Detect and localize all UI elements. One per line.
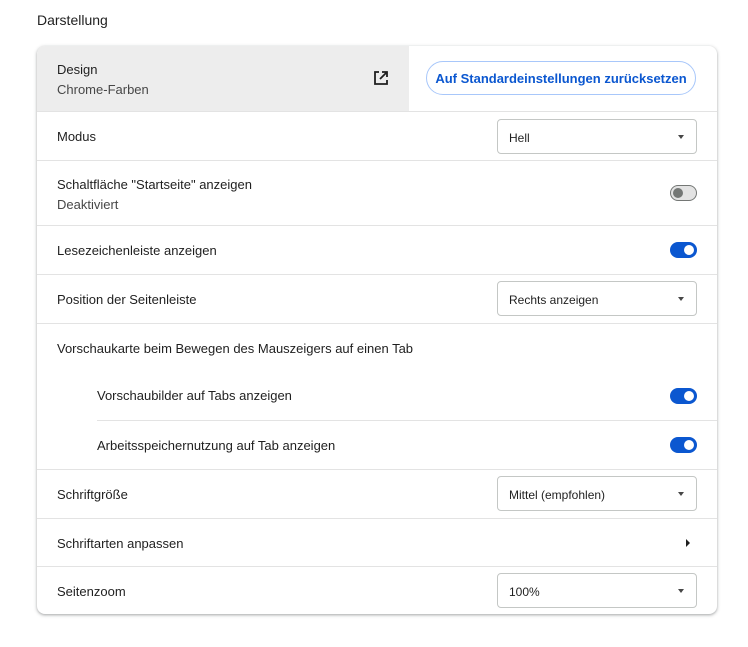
font-size-select-value: Mittel (empfohlen) xyxy=(509,488,606,502)
font-size-row: Schriftgröße Mittel (empfohlen) xyxy=(37,469,717,518)
customize-fonts-row[interactable]: Schriftarten anpassen xyxy=(37,518,717,566)
mode-select-value: Hell xyxy=(509,131,530,145)
home-button-toggle[interactable] xyxy=(670,185,697,201)
side-panel-label: Position der Seitenleiste xyxy=(57,292,197,307)
reset-to-default-button[interactable]: Auf Standardeinstellungen zurücksetzen xyxy=(426,61,696,95)
customize-fonts-label: Schriftarten anpassen xyxy=(57,536,184,551)
page-zoom-select-value: 100% xyxy=(509,585,540,599)
page-zoom-select[interactable]: 100% xyxy=(497,573,697,608)
mode-row: Modus Hell xyxy=(37,111,717,160)
hover-card-row: Vorschaukarte beim Bewegen des Mauszeige… xyxy=(37,323,717,372)
design-label: Design xyxy=(57,62,98,77)
chevron-right-icon[interactable] xyxy=(686,539,690,547)
home-button-status: Deaktiviert xyxy=(57,197,119,212)
hover-card-label: Vorschaukarte beim Bewegen des Mauszeige… xyxy=(57,341,414,356)
mode-select[interactable]: Hell xyxy=(497,119,697,154)
appearance-settings-card: Design Chrome-Farben Auf Standardeinstel… xyxy=(37,46,717,614)
memory-usage-row: Arbeitsspeichernutzung auf Tab anzeigen xyxy=(97,420,717,469)
preview-images-row: Vorschaubilder auf Tabs anzeigen xyxy=(37,372,717,420)
section-title: Darstellung xyxy=(37,12,108,28)
design-link-area[interactable] xyxy=(37,46,409,111)
chevron-down-icon xyxy=(678,492,684,496)
preview-images-toggle[interactable] xyxy=(670,388,697,404)
design-value: Chrome-Farben xyxy=(57,82,149,97)
bookmarks-bar-row: Lesezeichenleiste anzeigen xyxy=(37,225,717,274)
mode-label: Modus xyxy=(57,129,97,144)
chevron-down-icon xyxy=(678,589,684,593)
side-panel-row: Position der Seitenleiste Rechts anzeige… xyxy=(37,274,717,323)
page-zoom-label: Seitenzoom xyxy=(57,584,126,599)
memory-usage-toggle[interactable] xyxy=(670,437,697,453)
home-button-label: Schaltfläche "Startseite" anzeigen xyxy=(57,177,252,192)
design-row: Design Chrome-Farben Auf Standardeinstel… xyxy=(37,46,717,111)
font-size-label: Schriftgröße xyxy=(57,487,128,502)
preview-images-label: Vorschaubilder auf Tabs anzeigen xyxy=(97,388,292,403)
bookmarks-bar-toggle[interactable] xyxy=(670,242,697,258)
memory-usage-label: Arbeitsspeichernutzung auf Tab anzeigen xyxy=(97,438,336,453)
chevron-down-icon xyxy=(678,135,684,139)
font-size-select[interactable]: Mittel (empfohlen) xyxy=(497,476,697,511)
open-in-new-icon[interactable] xyxy=(372,69,390,87)
chevron-down-icon xyxy=(678,297,684,301)
page-zoom-row: Seitenzoom 100% xyxy=(37,566,717,614)
side-panel-select-value: Rechts anzeigen xyxy=(509,293,599,307)
side-panel-select[interactable]: Rechts anzeigen xyxy=(497,281,697,316)
home-button-row: Schaltfläche "Startseite" anzeigen Deakt… xyxy=(37,160,717,225)
bookmarks-bar-label: Lesezeichenleiste anzeigen xyxy=(57,243,217,258)
